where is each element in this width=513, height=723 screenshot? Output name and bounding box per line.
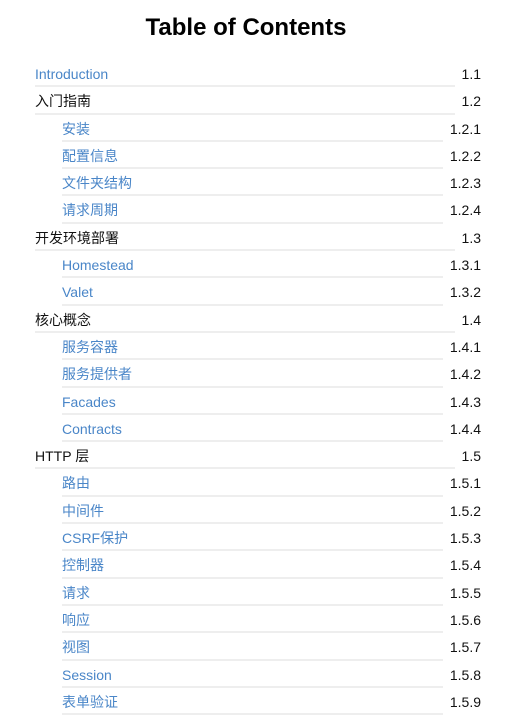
toc-section-heading: HTTP 层 <box>35 448 90 465</box>
toc-entry-number: 1.4.1 <box>449 338 481 355</box>
toc-entry-link[interactable]: 配置信息 <box>62 148 118 164</box>
toc-entry[interactable]: 响应 1.5.6 <box>35 606 481 634</box>
toc-entry-number: 1.4.3 <box>449 393 481 410</box>
toc-entry[interactable]: 服务提供者 1.4.2 <box>35 360 481 388</box>
toc-entry[interactable]: 中间件 1.5.2 <box>35 497 481 525</box>
toc-entry[interactable]: 表单验证 1.5.9 <box>35 688 481 716</box>
toc-entry-number: 1.5.1 <box>449 475 481 492</box>
toc-entry[interactable]: Introduction 1.1 <box>35 60 481 88</box>
toc-entry-link[interactable]: Introduction <box>35 66 108 82</box>
toc-entry: 入门指南 1.2 <box>35 87 481 115</box>
toc-entry-number: 1.5.3 <box>449 530 481 547</box>
toc-entry-link[interactable]: 请求周期 <box>62 202 118 218</box>
toc-entry[interactable]: 路由 1.5.1 <box>35 469 481 497</box>
toc-entry-number: 1.2 <box>461 93 481 110</box>
toc-entry-number: 1.3 <box>461 229 481 246</box>
toc-entry-number: 1.5 <box>461 448 481 465</box>
toc-entry-number: 1.1 <box>461 66 481 82</box>
toc-entry[interactable]: Homestead 1.3.1 <box>35 251 481 279</box>
toc-entry-number: 1.2.4 <box>449 202 481 219</box>
toc-entry-number: 1.5.9 <box>449 693 481 710</box>
toc-entry-link[interactable]: 安装 <box>62 121 90 137</box>
toc-entry-link[interactable]: 视图 <box>62 639 90 655</box>
toc-entry-link[interactable]: Homestead <box>62 257 134 273</box>
toc-entry-number: 1.4 <box>461 311 481 328</box>
toc-section-heading: 核心概念 <box>35 311 91 328</box>
toc-entry-link[interactable]: 中间件 <box>62 503 104 519</box>
toc-entry[interactable]: Facades 1.4.3 <box>35 388 481 415</box>
toc-entry[interactable]: 配置信息 1.2.2 <box>35 142 481 170</box>
toc-entry-link[interactable]: 控制器 <box>62 557 104 573</box>
toc-entry-number: 1.4.2 <box>449 366 481 383</box>
toc-entry-number: 1.2.2 <box>449 147 481 164</box>
toc-entry-link[interactable]: CSRF保护 <box>62 530 128 546</box>
toc-entry[interactable]: 请求 1.5.5 <box>35 579 481 606</box>
toc-entry-number: 1.5.7 <box>449 639 481 656</box>
toc-entry-link[interactable]: Session <box>62 667 112 683</box>
toc-entry-number: 1.2.1 <box>449 120 481 137</box>
toc-entry-number: 1.5.2 <box>449 502 481 519</box>
toc-entry[interactable]: 控制器 1.5.4 <box>35 551 481 579</box>
toc-entry-number: 1.3.2 <box>449 284 481 301</box>
toc-entry-link[interactable]: Valet <box>62 284 93 300</box>
toc-entry: 开发环境部署 1.3 <box>35 224 481 252</box>
toc-entry[interactable]: 文件夹结构 1.2.3 <box>35 169 481 197</box>
toc-section-heading: 入门指南 <box>35 93 91 110</box>
toc-entry-link[interactable]: 服务容器 <box>62 339 118 355</box>
toc-entry[interactable]: 安装 1.2.1 <box>35 115 481 142</box>
page-title: Table of Contents <box>145 14 347 41</box>
toc-entry[interactable]: Valet 1.3.2 <box>35 278 481 306</box>
toc-section-heading: 开发环境部署 <box>35 229 119 246</box>
toc-entry-link[interactable]: 路由 <box>62 475 90 491</box>
table-of-contents: Introduction 1.1 入门指南 1.2 安装 1.2.1 配置信息 1.2.2 文件… <box>35 60 481 716</box>
toc-entry[interactable]: 服务容器 1.4.1 <box>35 333 481 361</box>
toc-entry-link[interactable]: 响应 <box>62 612 90 628</box>
toc-entry[interactable]: 请求周期 1.2.4 <box>35 196 481 224</box>
toc-entry[interactable]: Contracts 1.4.4 <box>35 415 481 443</box>
toc-entry-link[interactable]: 服务提供者 <box>62 366 132 382</box>
toc-entry-number: 1.5.6 <box>449 611 481 628</box>
toc-entry-link[interactable]: Contracts <box>62 421 122 437</box>
toc-entry[interactable]: CSRF保护 1.5.3 <box>35 524 481 552</box>
toc-entry-link[interactable]: 表单验证 <box>62 694 118 710</box>
toc-entry-link[interactable]: 请求 <box>62 585 90 601</box>
toc-entry-number: 1.2.3 <box>449 175 481 192</box>
toc-entry-number: 1.4.4 <box>449 420 481 437</box>
toc-entry-number: 1.3.1 <box>449 257 481 274</box>
toc-entry-link[interactable]: 文件夹结构 <box>62 175 132 191</box>
toc-entry: 核心概念 1.4 <box>35 306 481 333</box>
toc-entry-number: 1.5.8 <box>449 666 481 683</box>
divider <box>62 713 443 716</box>
toc-entry-link[interactable]: Facades <box>62 394 116 410</box>
toc-entry[interactable]: 视图 1.5.7 <box>35 633 481 661</box>
toc-entry[interactable]: Session 1.5.8 <box>35 661 481 688</box>
toc-entry-number: 1.5.5 <box>449 584 481 601</box>
toc-entry: HTTP 层 1.5 <box>35 442 481 470</box>
toc-entry-number: 1.5.4 <box>449 557 481 574</box>
